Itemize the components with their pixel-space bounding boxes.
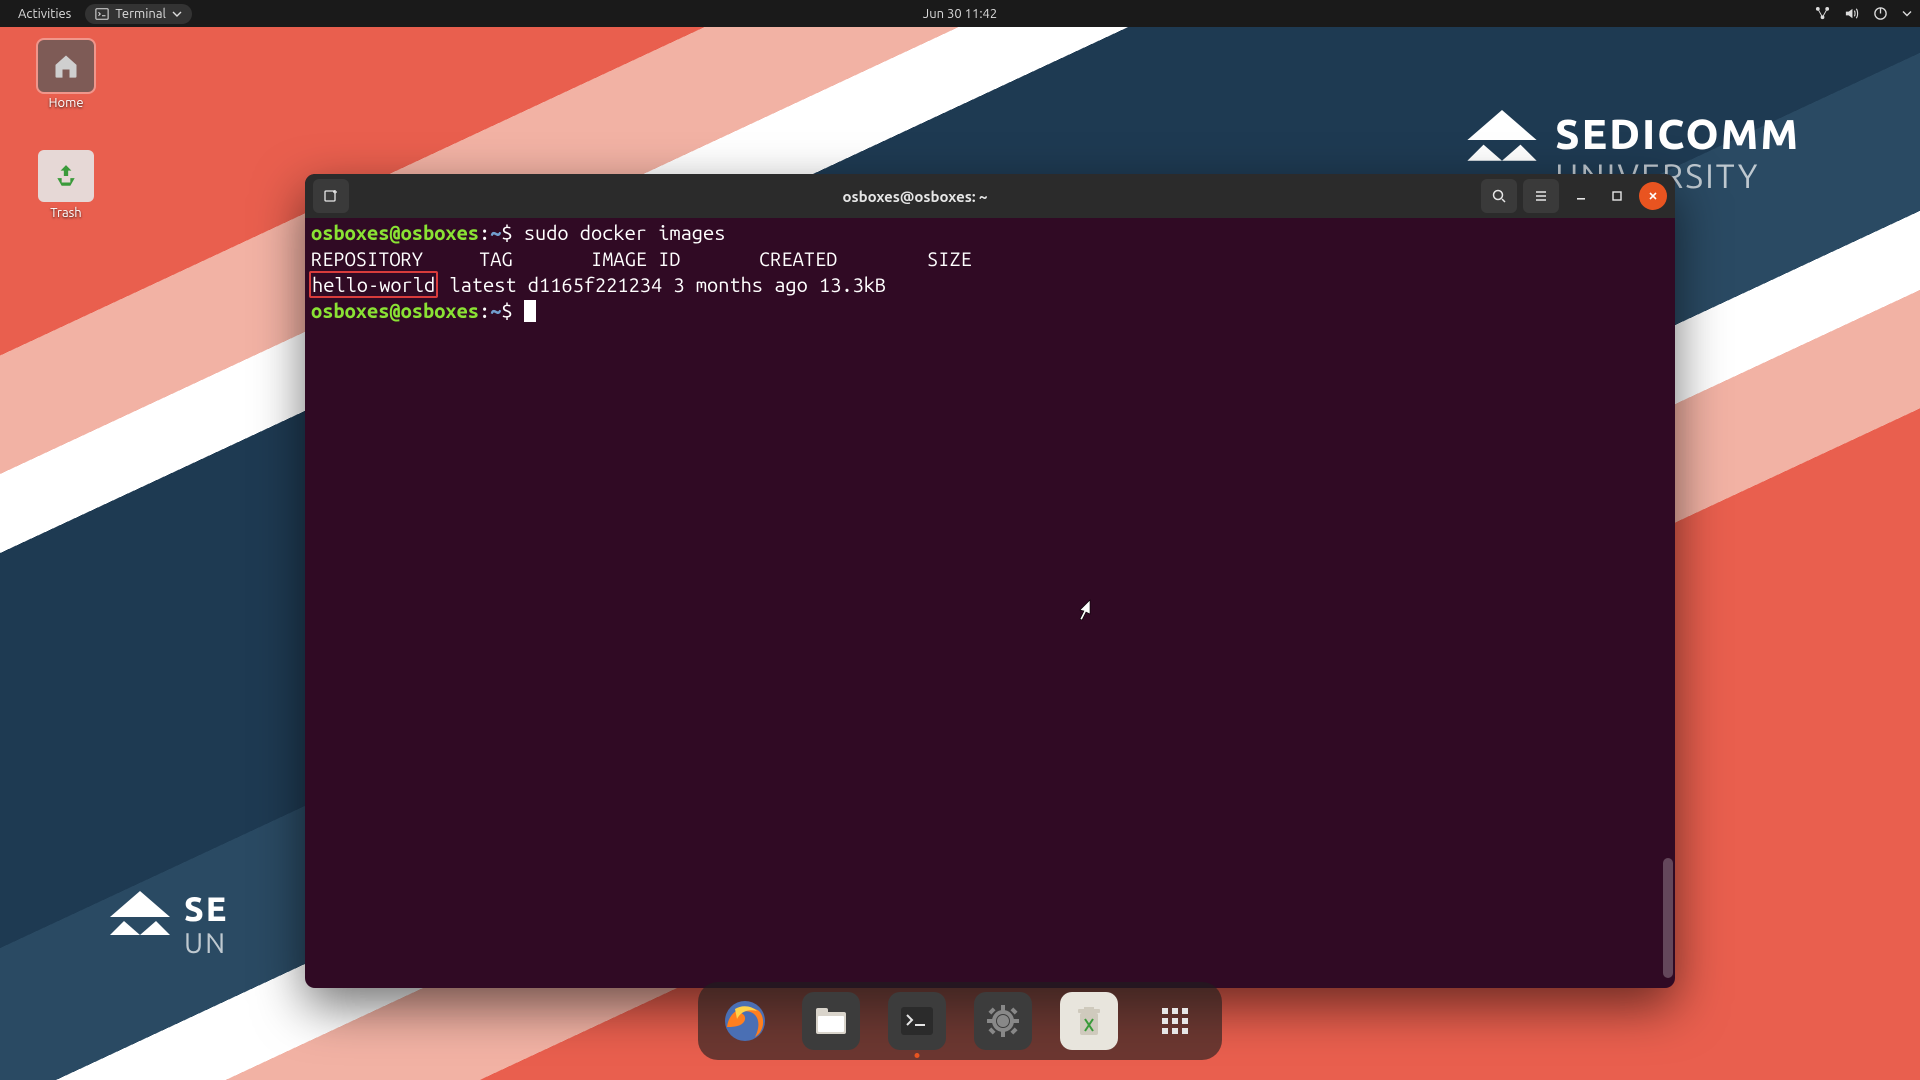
new-tab-button[interactable] xyxy=(313,179,349,213)
terminal-title: osboxes@osboxes: ~ xyxy=(355,188,1475,205)
branding-bl2: UN xyxy=(184,928,228,959)
terminal-cursor xyxy=(524,300,536,322)
dock-app-files[interactable] xyxy=(802,992,860,1050)
folder-icon xyxy=(814,1006,848,1036)
chevron-down-icon[interactable] xyxy=(1902,6,1912,21)
terminal-output-row: hello-world latest d1165f221234 3 months… xyxy=(311,272,1669,298)
row-rest: latest d1165f221234 3 months ago 13.3kB xyxy=(438,273,886,296)
maximize-button[interactable] xyxy=(1603,182,1631,210)
desktop-icon-label: Home xyxy=(30,96,102,110)
close-icon xyxy=(1647,190,1659,202)
new-tab-icon xyxy=(323,188,339,204)
chevron-down-icon xyxy=(172,9,182,19)
minimize-button[interactable] xyxy=(1567,182,1595,210)
terminal-titlebar[interactable]: osboxes@osboxes: ~ xyxy=(305,174,1675,218)
branding-bl1: SE xyxy=(184,890,228,928)
apps-grid-icon xyxy=(1158,1004,1192,1038)
hamburger-menu-button[interactable] xyxy=(1523,179,1559,213)
desktop-icon-home[interactable]: Home xyxy=(30,40,102,110)
desktop-icon-trash[interactable]: Trash xyxy=(30,150,102,220)
gear-icon xyxy=(985,1003,1021,1039)
minimize-icon xyxy=(1575,190,1587,202)
branding-line1: SEDICOMM xyxy=(1555,110,1800,157)
desktop-icon-label: Trash xyxy=(30,206,102,220)
dock xyxy=(698,982,1222,1060)
running-indicator xyxy=(915,1053,920,1058)
command-text: sudo docker images xyxy=(524,221,726,244)
top-panel: Activities Terminal Jun 30 11:42 xyxy=(0,0,1920,27)
volume-icon[interactable] xyxy=(1844,6,1859,21)
dock-app-trash[interactable] xyxy=(1060,992,1118,1050)
terminal-app-icon xyxy=(899,1005,935,1037)
terminal-scrollbar[interactable] xyxy=(1663,858,1673,978)
activities-button[interactable]: Activities xyxy=(8,4,81,24)
recycle-icon xyxy=(53,163,79,189)
close-button[interactable] xyxy=(1639,182,1667,210)
search-icon xyxy=(1491,188,1507,204)
prompt-user: osboxes@osboxes xyxy=(311,221,479,244)
dock-app-firefox[interactable] xyxy=(716,992,774,1050)
firefox-icon xyxy=(721,997,769,1045)
home-icon xyxy=(51,52,81,80)
maximize-icon xyxy=(1611,190,1623,202)
search-button[interactable] xyxy=(1481,179,1517,213)
terminal-icon xyxy=(95,7,109,21)
app-menu-label: Terminal xyxy=(115,7,166,21)
branding-bottom-left: SE UN xyxy=(110,890,228,959)
terminal-output-header: REPOSITORY TAG IMAGE ID CREATED SIZE xyxy=(311,246,1669,272)
mouse-pointer-icon xyxy=(1075,598,1097,622)
clock[interactable]: Jun 30 11:42 xyxy=(913,4,1007,24)
dock-app-show-applications[interactable] xyxy=(1146,992,1204,1050)
terminal-window: osboxes@osboxes: ~ osboxes@osboxes:~$ su… xyxy=(305,174,1675,988)
dock-app-terminal[interactable] xyxy=(888,992,946,1050)
power-icon[interactable] xyxy=(1873,6,1888,21)
hamburger-icon xyxy=(1533,188,1549,204)
prompt-path: ~ xyxy=(490,221,501,244)
highlighted-repository: hello-world xyxy=(309,271,438,298)
trash-icon xyxy=(1074,1005,1104,1037)
app-menu-terminal[interactable]: Terminal xyxy=(85,4,192,24)
terminal-line-1: osboxes@osboxes:~$ sudo docker images xyxy=(311,220,1669,246)
terminal-line-prompt: osboxes@osboxes:~$ xyxy=(311,298,1669,324)
dock-app-settings[interactable] xyxy=(974,992,1032,1050)
network-icon[interactable] xyxy=(1815,6,1830,21)
terminal-body[interactable]: osboxes@osboxes:~$ sudo docker images RE… xyxy=(305,218,1675,988)
